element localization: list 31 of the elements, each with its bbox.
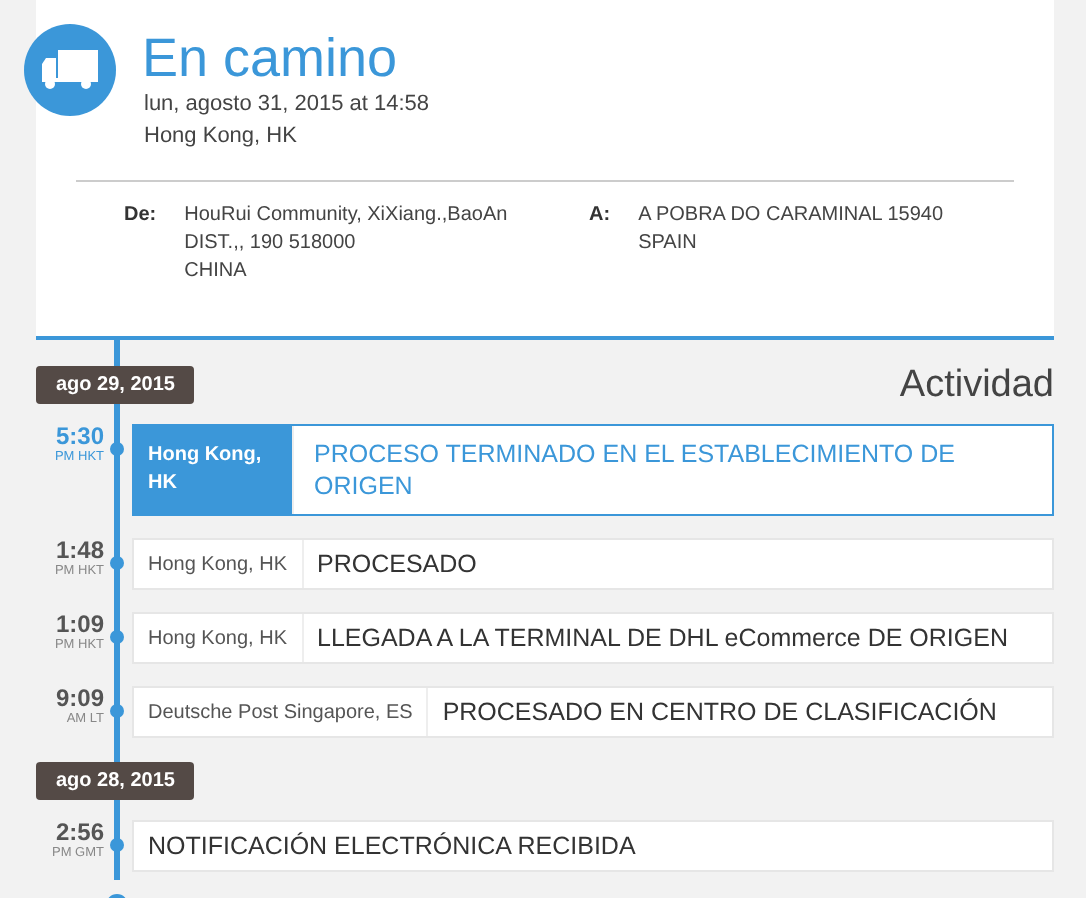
event-time: 9:09 bbox=[53, 686, 104, 712]
status-datetime: lun, agosto 31, 2015 at 14:58 bbox=[144, 90, 430, 120]
event-time: 2:56 bbox=[53, 820, 104, 846]
event-card[interactable]: Deutsche Post Singapore, ES PROCESADO EN CENTRO DE CLASIFICACIÓN bbox=[132, 686, 1054, 738]
event-description: NOTIFICACIÓN ELECTRÓNICA RECIBIDA bbox=[146, 830, 638, 864]
event-card[interactable]: Hong Kong, HK LLEGADA A LA TERMINAL DE DHL eCommerce DE ORIGEN bbox=[132, 612, 1054, 664]
event-card[interactable]: NOTIFICACIÓN ELECTRÓNICA RECIBIDA bbox=[132, 820, 1054, 872]
from-address-line: DIST.,, 190 518000 bbox=[184, 230, 358, 258]
date-badge: ago 29, 2015 bbox=[36, 366, 195, 404]
from-address-line: CHINA bbox=[184, 258, 249, 286]
from-label: De: bbox=[124, 202, 157, 230]
to-address-line: SPAIN bbox=[638, 230, 699, 258]
event-time: 1:09 bbox=[53, 612, 104, 638]
status-location: Hong Kong, HK bbox=[144, 122, 299, 152]
status-title: En camino bbox=[142, 28, 400, 88]
to-label: A: bbox=[589, 202, 611, 230]
event-location: Hong Kong, HK bbox=[134, 614, 303, 662]
activity-heading: Actividad bbox=[899, 364, 1054, 408]
event-description: LLEGADA A LA TERMINAL DE DHL eCommerce DE ORIGEN bbox=[315, 622, 1010, 656]
from-address-line: HouRui Community, XiXiang.,BaoAn bbox=[184, 202, 508, 230]
event-description: PROCESADO bbox=[315, 548, 479, 582]
event-location: Hong Kong, HK bbox=[134, 426, 294, 514]
event-time: 5:30 bbox=[53, 424, 104, 450]
event-description: PROCESADO EN CENTRO DE CLASIFICACIÓN bbox=[440, 696, 999, 730]
event-location: Deutsche Post Singapore, ES bbox=[134, 688, 429, 736]
event-card[interactable]: Hong Kong, HK PROCESADO bbox=[132, 538, 1054, 590]
to-address-line: A POBRA DO CARAMINAL 15940 bbox=[638, 202, 944, 230]
event-description: PROCESO TERMINADO EN EL ESTABLECIMIENTO DE ORIGEN bbox=[312, 438, 957, 504]
event-time: 1:48 bbox=[53, 538, 104, 564]
event-location: Hong Kong, HK bbox=[134, 540, 303, 588]
date-badge: ago 28, 2015 bbox=[36, 762, 195, 800]
